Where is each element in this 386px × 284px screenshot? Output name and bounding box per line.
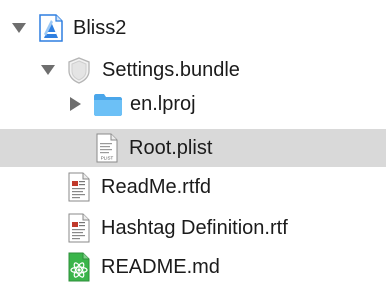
disclosure-triangle-collapsed-icon[interactable] [66,85,86,123]
folder-icon [93,90,122,118]
xcode-project-icon [37,14,65,42]
plist-file-icon: PLIST [95,133,123,163]
nav-item-readme-md[interactable]: README.md [0,248,386,284]
nav-item-label: Bliss2 [73,17,127,39]
settings-bundle-icon [65,56,93,84]
rtf-document-icon [67,213,95,243]
nav-item-label: en.lproj [130,93,196,115]
nav-item-label: README.md [101,256,220,278]
plist-badge-text: PLIST [101,156,114,161]
atom-markdown-icon [67,252,95,282]
nav-item-root-plist[interactable]: PLIST Root.plist [0,129,386,167]
nav-item-settings-bundle[interactable]: Settings.bundle [0,51,386,89]
nav-item-label: Settings.bundle [102,59,240,81]
nav-item-label: ReadMe.rtfd [101,176,212,198]
nav-item-label: Hashtag Definition.rtf [101,217,288,239]
disclosure-triangle-expanded-icon[interactable] [38,51,58,89]
disclosure-triangle-expanded-icon[interactable] [9,9,29,47]
rtf-document-icon [67,172,95,202]
nav-item-label: Root.plist [129,137,213,159]
project-navigator: Bliss2 Settings.bundle en.lproj PLIST Ro… [0,0,386,284]
nav-item-en-lproj[interactable]: en.lproj [0,85,386,123]
nav-item-bliss2[interactable]: Bliss2 [0,9,386,47]
nav-item-readme-rtfd[interactable]: ReadMe.rtfd [0,168,386,206]
nav-item-hashtag-definition-rtf[interactable]: Hashtag Definition.rtf [0,209,386,247]
